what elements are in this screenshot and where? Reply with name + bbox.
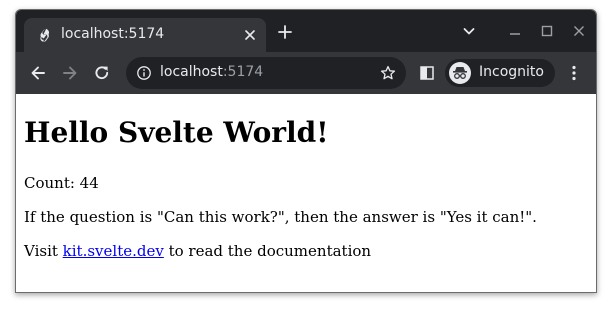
plus-icon[interactable] (277, 24, 293, 40)
forward-arrow-icon[interactable] (61, 64, 79, 82)
visit-suffix: to read the documentation (163, 242, 372, 260)
address-bar[interactable]: localhost:5174 (126, 57, 406, 89)
svelte-icon (40, 27, 50, 42)
url-text: localhost:5174 (160, 64, 263, 80)
side-panel-icon[interactable] (419, 65, 435, 81)
question-text: If the question is "Can this work?", the… (24, 208, 537, 226)
browser-toolbar: localhost:5174 Incognito (16, 52, 596, 94)
reload-icon[interactable] (93, 64, 111, 82)
page-title: Hello Svelte World! (24, 116, 329, 149)
tab-localhost[interactable]: localhost:5174 (24, 18, 266, 52)
url-host: localhost (160, 64, 223, 80)
maximize-icon[interactable] (539, 23, 555, 39)
info-icon[interactable] (136, 65, 152, 81)
close-icon[interactable] (242, 27, 258, 43)
window-close-icon[interactable] (571, 23, 587, 39)
incognito-icon (453, 67, 467, 79)
visit-text: Visit kit.svelte.dev to read the documen… (24, 242, 371, 260)
minimize-icon[interactable] (507, 23, 523, 39)
more-menu-icon[interactable] (569, 64, 579, 82)
bookmark-star-icon[interactable] (380, 65, 396, 81)
url-port: :5174 (222, 64, 264, 80)
tab-strip: localhost:5174 (16, 10, 596, 52)
incognito-profile-button[interactable]: Incognito (445, 59, 555, 87)
incognito-label: Incognito (479, 64, 544, 80)
avatar (449, 62, 471, 84)
docs-link[interactable]: kit.svelte.dev (63, 242, 164, 260)
page-content: Hello Svelte World! Count: 44 If the que… (16, 94, 596, 292)
visit-prefix: Visit (24, 242, 63, 260)
count-text: Count: 44 (24, 174, 99, 192)
back-arrow-icon[interactable] (29, 64, 47, 82)
chevron-down-icon[interactable] (461, 23, 477, 39)
tab-title: localhost:5174 (61, 26, 165, 42)
browser-window: localhost:5174 localhost:5174 Incognito … (15, 9, 597, 293)
